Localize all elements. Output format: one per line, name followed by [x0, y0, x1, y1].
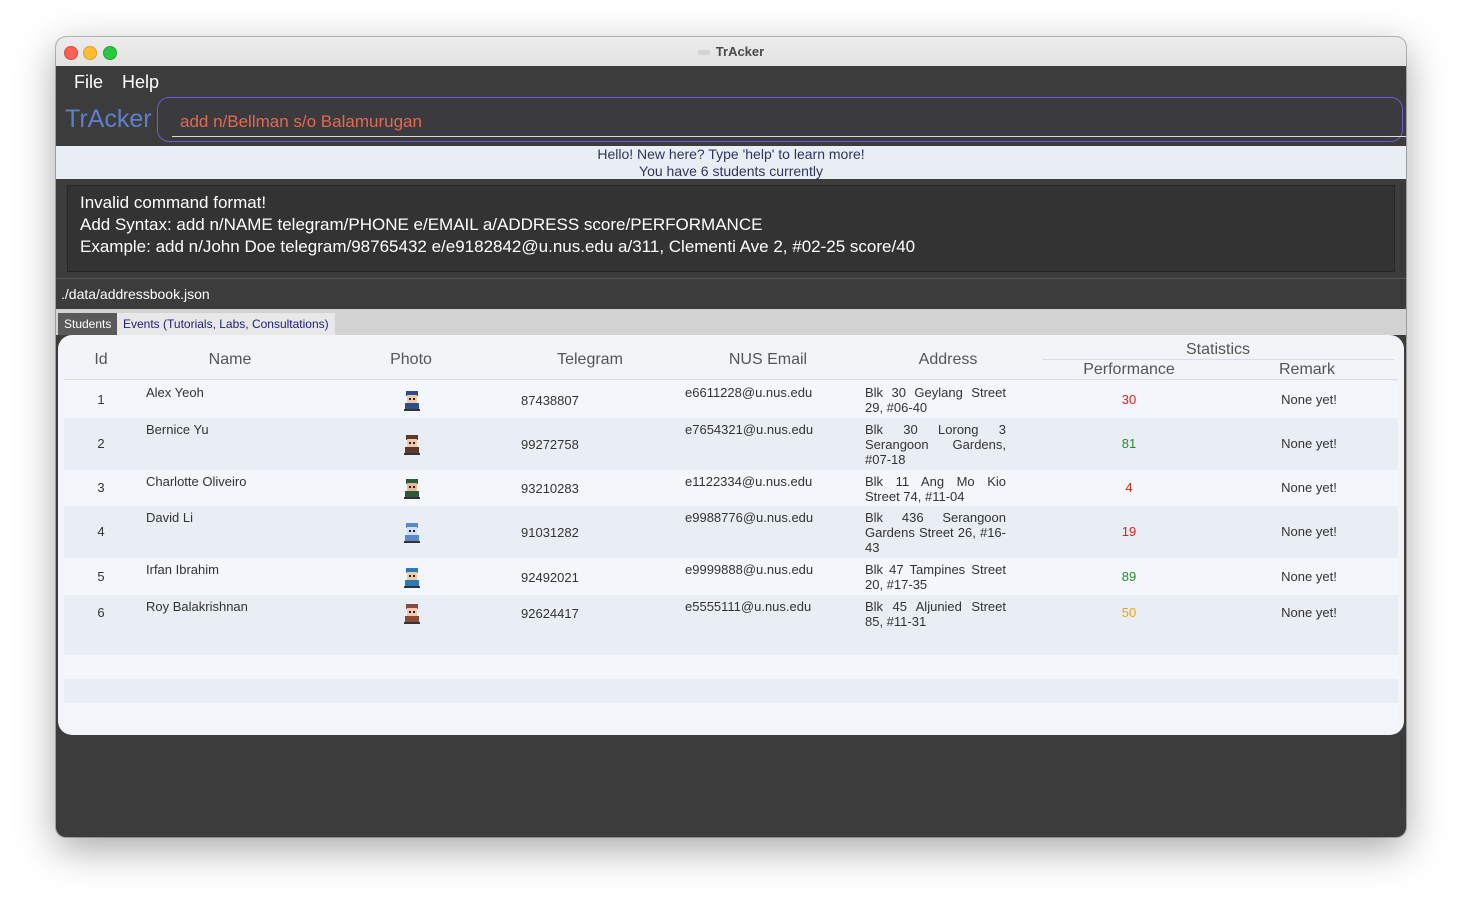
- command-box: [157, 97, 1406, 142]
- student-avatar-icon: [400, 520, 424, 544]
- header-statistics: Statistics: [1185, 341, 1250, 358]
- student-avatar-icon: [400, 432, 424, 456]
- row-address: Blk 436 Serangoon Gardens Street 26, #16…: [865, 510, 1006, 555]
- window-title-text: TrAcker: [715, 44, 765, 59]
- result-line-1: Invalid command format!: [80, 193, 267, 212]
- row-address: Blk 30 Lorong 3 Serangoon Gardens, #07-1…: [865, 422, 1006, 467]
- row-remark: None yet!: [1281, 524, 1337, 539]
- row-email: e9988776@u.nus.edu: [685, 510, 814, 525]
- command-bar: TrAcker: [56, 96, 1406, 146]
- row-name: Alex Yeoh: [146, 385, 204, 400]
- row-performance: 30: [1121, 392, 1137, 407]
- statistics-divider: [1042, 359, 1394, 360]
- table-row[interactable]: 4 David Li 91031282 e9988776@u.nus.edu Blk 4…: [64, 506, 1398, 558]
- row-name: Roy Balakrishnan: [146, 599, 248, 614]
- table-row[interactable]: 3 Charlotte Oliveiro 93210283 e1122334@u.nu…: [64, 470, 1398, 506]
- empty-row: [64, 703, 1398, 727]
- students-table[interactable]: Id Name Photo Telegram NUS Email Address…: [58, 335, 1404, 735]
- row-name: Bernice Yu: [146, 422, 209, 437]
- empty-row: [64, 655, 1398, 679]
- result-line-2: Add Syntax: add n/NAME telegram/PHONE e/…: [80, 215, 763, 234]
- row-telegram: 99272758: [521, 437, 579, 452]
- header-photo: Photo: [390, 351, 432, 368]
- app-window: TrAcker File Help TrAcker Hello! New her…: [56, 37, 1406, 837]
- row-remark: None yet!: [1281, 569, 1337, 584]
- row-address: Blk 11 Ang Mo Kio Street 74, #11-04: [865, 474, 1006, 504]
- title-bar: TrAcker: [56, 37, 1406, 67]
- header-id: Id: [94, 351, 108, 368]
- row-email: e9999888@u.nus.edu: [685, 562, 814, 577]
- table-row[interactable]: 6 Roy Balakrishnan 92624417 e5555111@u.nus.…: [64, 595, 1398, 631]
- row-performance: 19: [1121, 524, 1137, 539]
- row-name: Charlotte Oliveiro: [146, 474, 247, 489]
- row-email: e7654321@u.nus.edu: [685, 422, 814, 437]
- row-email: e6611228@u.nus.edu: [685, 385, 813, 400]
- table-row[interactable]: 1 Alex Yeoh 87438807 e6611228@u.nus.edu Blk …: [64, 381, 1398, 418]
- row-remark: None yet!: [1281, 436, 1337, 451]
- menu-help[interactable]: Help: [122, 72, 159, 93]
- table-row[interactable]: 2 Bernice Yu 99272758 e7654321@u.nus.edu Blk…: [64, 418, 1398, 470]
- window-title: TrAcker: [56, 44, 1406, 59]
- menu-file[interactable]: File: [74, 72, 103, 93]
- status-bar-path: ./data/addressbook.json: [56, 278, 1406, 309]
- row-address: Blk 47 Tampines Street 20, #17-35: [865, 562, 1006, 592]
- student-avatar-icon: [400, 476, 424, 500]
- row-remark: None yet!: [1281, 392, 1337, 407]
- row-email: e5555111@u.nus.edu: [685, 599, 812, 614]
- row-address: Blk 30 Geylang Street 29, #06-40: [865, 385, 1006, 415]
- menu-bar: File Help: [56, 66, 1406, 96]
- greeting-line: Hello! New here? Type 'help' to learn mo…: [597, 146, 865, 162]
- header-name: Name: [208, 351, 252, 368]
- tab-bar: Students Events (Tutorials, Labs, Consul…: [56, 309, 1406, 335]
- row-id: 4: [97, 524, 105, 539]
- row-name: David Li: [146, 510, 193, 525]
- app-logo: TrAcker: [65, 105, 152, 133]
- row-id: 5: [97, 569, 105, 584]
- header-divider: [64, 379, 1398, 380]
- row-name: Irfan Ibrahim: [146, 562, 219, 577]
- row-id: 3: [97, 480, 105, 495]
- row-address: Blk 45 Aljunied Street 85, #11-31: [865, 599, 1006, 629]
- header-performance: Performance: [1083, 361, 1175, 378]
- row-performance: 89: [1121, 569, 1137, 584]
- empty-row: [64, 679, 1398, 703]
- row-id: 1: [97, 392, 105, 407]
- command-input[interactable]: [172, 108, 1406, 137]
- student-avatar-icon: [400, 601, 424, 625]
- result-line-3: Example: add n/John Doe telegram/9876543…: [80, 237, 916, 256]
- row-telegram: 92492021: [521, 570, 579, 585]
- student-avatar-icon: [400, 388, 424, 412]
- row-telegram: 92624417: [521, 606, 579, 621]
- row-telegram: 93210283: [521, 481, 579, 496]
- header-email: NUS Email: [728, 351, 808, 368]
- student-count-line: You have 6 students currently: [639, 163, 823, 179]
- header-telegram: Telegram: [557, 351, 623, 368]
- row-telegram: 91031282: [521, 525, 579, 540]
- result-area: Invalid command format! Add Syntax: add …: [56, 179, 1406, 278]
- greeting-banner: Hello! New here? Type 'help' to learn mo…: [56, 146, 1406, 179]
- header-remark: Remark: [1278, 361, 1335, 378]
- table-row[interactable]: 5 Irfan Ibrahim 92492021 e9999888@u.nus.edu…: [64, 558, 1398, 595]
- app-icon: [697, 50, 710, 56]
- row-performance: 4: [1125, 480, 1133, 495]
- tab-events[interactable]: Events (Tutorials, Labs, Consultations): [117, 313, 335, 335]
- row-id: 6: [97, 605, 105, 620]
- row-remark: None yet!: [1281, 605, 1337, 620]
- empty-row: [64, 631, 1398, 655]
- student-avatar-icon: [400, 565, 424, 589]
- tab-students[interactable]: Students: [58, 313, 118, 335]
- row-performance: 50: [1121, 605, 1137, 620]
- row-telegram: 87438807: [521, 393, 579, 408]
- row-remark: None yet!: [1281, 480, 1337, 495]
- header-address: Address: [918, 351, 978, 368]
- row-performance: 81: [1121, 436, 1137, 451]
- row-email: e1122334@u.nus.edu: [685, 474, 813, 489]
- row-id: 2: [97, 436, 105, 451]
- result-display: Invalid command format! Add Syntax: add …: [67, 185, 1395, 272]
